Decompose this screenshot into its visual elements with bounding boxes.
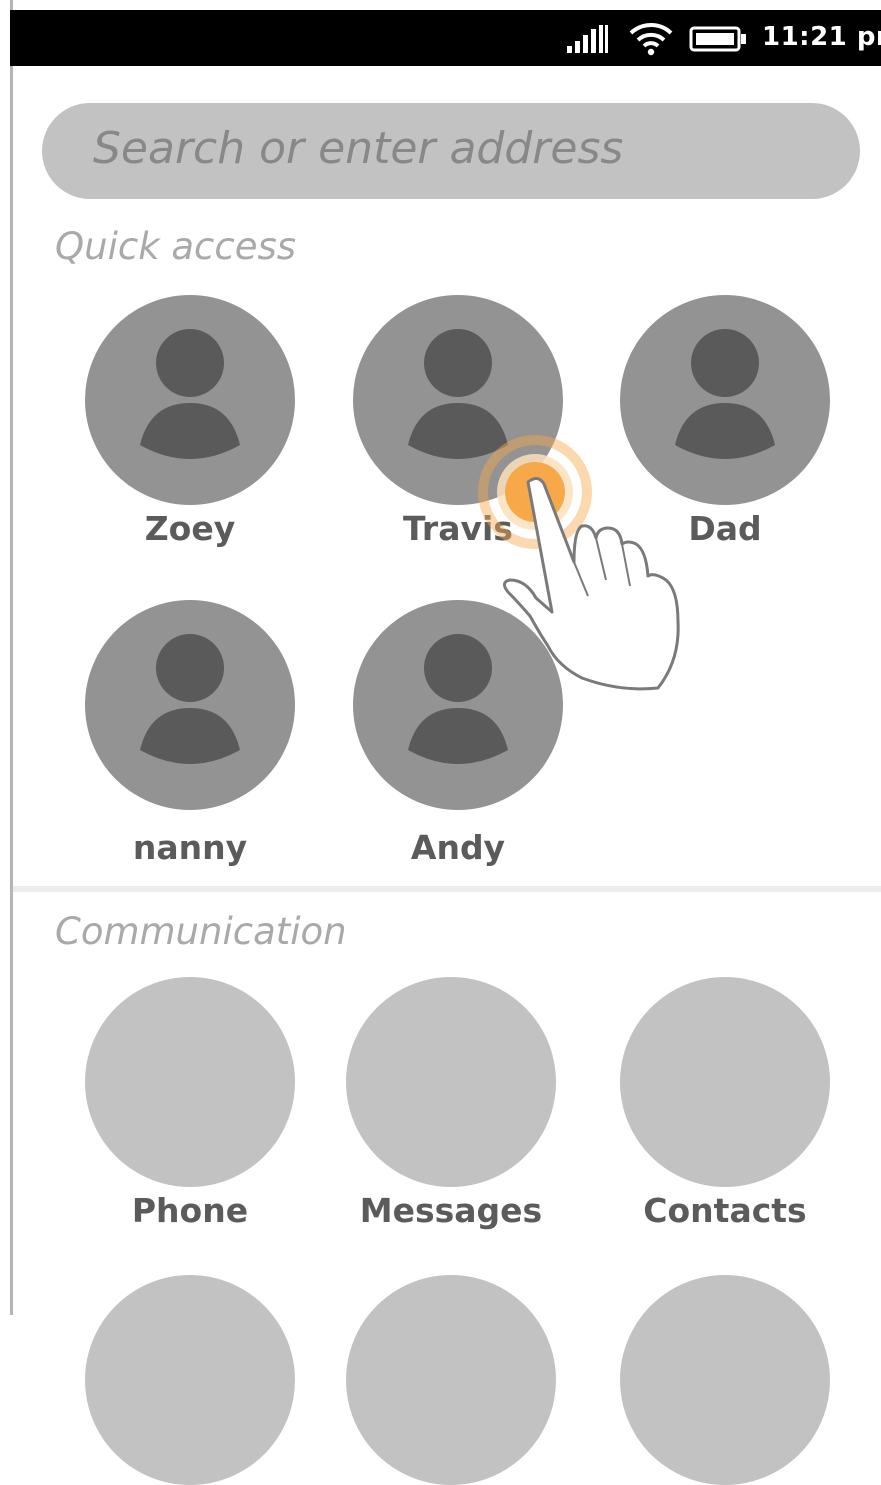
- contact-tile-dad[interactable]: Dad: [610, 295, 840, 575]
- hand-finger-crease-1: [573, 561, 589, 597]
- contact-name: Travis: [403, 509, 513, 548]
- person-icon: [408, 634, 508, 764]
- search-input[interactable]: Search or enter address: [42, 103, 860, 199]
- section-title-communication: Communication: [55, 910, 347, 953]
- contact-avatar: [85, 295, 295, 505]
- contact-tile-zoey[interactable]: Zoey: [75, 295, 305, 575]
- app-icon-placeholder: [85, 977, 295, 1187]
- section-divider: [13, 886, 881, 892]
- app-tile-partial[interactable]: [346, 1275, 556, 1485]
- app-label: Messages: [359, 1191, 543, 1230]
- section-title-quick-access: Quick access: [55, 225, 297, 268]
- person-icon: [675, 329, 775, 459]
- contact-name: Andy: [410, 828, 506, 867]
- contact-tile-nanny[interactable]: nanny: [75, 600, 305, 880]
- hand-finger-crease-2: [595, 537, 607, 581]
- contact-tile-andy[interactable]: Andy: [343, 600, 573, 880]
- app-tile-partial[interactable]: [620, 1275, 830, 1485]
- contact-avatar: [620, 295, 830, 505]
- contact-name: nanny: [132, 828, 248, 867]
- contact-avatar: [85, 600, 295, 810]
- app-tile-contacts[interactable]: Contacts: [610, 977, 840, 1257]
- app-icon-placeholder: [620, 977, 830, 1187]
- signal-icon: [567, 25, 608, 53]
- status-time: 11:21 pm: [762, 22, 881, 52]
- app-tile-messages[interactable]: Messages: [336, 977, 566, 1257]
- search-placeholder: Search or enter address: [93, 123, 624, 174]
- app-tile-partial[interactable]: [85, 1275, 295, 1485]
- person-icon: [408, 329, 508, 459]
- contact-avatar: [353, 295, 563, 505]
- app-label: Phone: [131, 1191, 249, 1230]
- app-tile-phone[interactable]: Phone: [75, 977, 305, 1257]
- contact-avatar: [353, 600, 563, 810]
- app-icon-placeholder: [346, 977, 556, 1187]
- person-icon: [140, 329, 240, 459]
- battery-icon: [689, 26, 746, 52]
- person-icon: [140, 634, 240, 764]
- contact-name: Dad: [688, 509, 762, 548]
- app-label: Contacts: [643, 1191, 807, 1230]
- status-bar: 11:21 pm: [10, 10, 881, 66]
- contact-name: Zoey: [144, 509, 236, 548]
- device-frame-edge: [10, 0, 13, 1315]
- wifi-icon: [629, 23, 673, 56]
- contact-tile-travis[interactable]: Travis: [343, 295, 573, 575]
